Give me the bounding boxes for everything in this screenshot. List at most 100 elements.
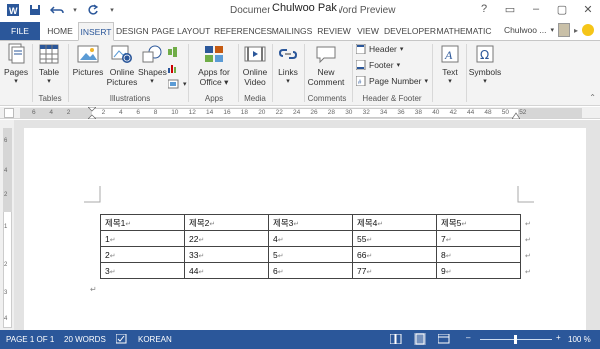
cell-end-mark: ↵ bbox=[277, 268, 284, 276]
status-bar: PAGE 1 OF 1 20 WORDS KOREAN – + 100 % bbox=[0, 330, 600, 349]
cell-text: 제목3 bbox=[273, 217, 294, 228]
pictures-icon bbox=[77, 43, 99, 65]
links-button[interactable]: Links ▾ bbox=[274, 43, 302, 87]
horizontal-ruler[interactable]: 6 4 2 2 4 6 8 10 12 14 16 18 20 22 24 26 28 30 32 34 36 38 40 4… bbox=[0, 106, 600, 120]
ruler-number: 10 bbox=[171, 109, 179, 116]
table-cell[interactable]: 제목3↵ bbox=[268, 214, 353, 231]
language-indicator[interactable]: KOREAN bbox=[138, 335, 172, 344]
read-mode-icon[interactable] bbox=[389, 333, 402, 346]
comment-label-1: New bbox=[317, 67, 335, 77]
header-button[interactable]: Header ▾ bbox=[356, 44, 403, 54]
chart-button[interactable] bbox=[168, 63, 178, 73]
tab-mailings[interactable]: MAILINGS bbox=[270, 22, 314, 40]
tab-developer[interactable]: DEVELOPER bbox=[384, 22, 436, 40]
undo-dropdown-icon[interactable]: ▾ bbox=[72, 3, 78, 17]
proofing-icon[interactable] bbox=[115, 333, 128, 346]
screenshot-button[interactable]: ▾ bbox=[168, 79, 187, 89]
new-comment-button[interactable]: New Comment bbox=[306, 43, 346, 87]
tab-selector-icon[interactable] bbox=[4, 108, 14, 118]
minimize-button[interactable]: – bbox=[528, 2, 544, 16]
table-cell[interactable]: 6↵ bbox=[268, 262, 353, 279]
page-count[interactable]: PAGE 1 OF 1 bbox=[6, 335, 54, 344]
document-table[interactable]: 제목1↵ 제목2↵ 제목3↵ 제목4↵ 제목5↵ ↵ 1↵ 22↵ 4↵ 55↵ 7↵ ↵ 2↵ 33↵ 5… bbox=[100, 214, 536, 279]
close-button[interactable]: ✕ bbox=[580, 2, 596, 16]
paragraph-mark: ↵ bbox=[90, 285, 97, 294]
tab-insert[interactable]: INSERT bbox=[78, 22, 114, 41]
table-cell[interactable]: 제목2↵ bbox=[184, 214, 269, 231]
title-bar: W ▾ ▾ Document1 - Microsoft Word Preview… bbox=[0, 0, 600, 22]
user-account[interactable]: Chulwoo ... ▾ ▸ bbox=[504, 23, 594, 37]
tab-mathematic[interactable]: MATHEMATIC bbox=[436, 22, 492, 40]
tab-references[interactable]: REFERENCES bbox=[214, 22, 272, 40]
table-cell[interactable]: 66↵ bbox=[352, 246, 437, 263]
apps-label-1: Apps for bbox=[198, 67, 230, 77]
divider bbox=[272, 44, 273, 102]
page-number-button[interactable]: # Page Number ▾ bbox=[356, 76, 428, 86]
tab-home[interactable]: HOME bbox=[44, 22, 76, 40]
chevron-down-icon: ▾ bbox=[396, 62, 401, 69]
text-button[interactable]: A Text ▾ bbox=[436, 43, 464, 87]
table-cell[interactable]: 33↵ bbox=[184, 246, 269, 263]
smartart-button[interactable] bbox=[168, 47, 178, 57]
online-video-button[interactable]: Online Video bbox=[240, 43, 270, 87]
document-area[interactable]: 제목1↵ 제목2↵ 제목3↵ 제목4↵ 제목5↵ ↵ 1↵ 22↵ 4↵ 55↵ 7↵ ↵ 2↵ 33↵ 5… bbox=[14, 120, 600, 338]
chevron-right-icon[interactable]: ▸ bbox=[574, 26, 578, 35]
divider bbox=[352, 44, 353, 102]
tab-page-layout[interactable]: PAGE LAYOUT bbox=[150, 22, 212, 40]
right-indent-marker-icon[interactable] bbox=[511, 111, 521, 120]
divider bbox=[32, 44, 33, 102]
zoom-out-button[interactable]: – bbox=[466, 333, 470, 342]
table-cell[interactable]: 9↵ bbox=[436, 262, 521, 279]
web-layout-icon[interactable] bbox=[437, 333, 450, 346]
apps-for-office-button[interactable]: Apps for Office ▾ bbox=[194, 43, 234, 87]
zoom-thumb[interactable] bbox=[514, 335, 517, 344]
avatar bbox=[557, 23, 570, 37]
tab-design[interactable]: DESIGN bbox=[116, 22, 149, 40]
redo-icon[interactable] bbox=[86, 3, 100, 17]
table-label: Table bbox=[38, 67, 60, 77]
ribbon-display-options-icon[interactable]: ▭ bbox=[502, 2, 518, 16]
chevron-down-icon: ▾ bbox=[448, 78, 452, 85]
vertical-ruler[interactable]: 6 4 2 1 2 3 4 bbox=[0, 120, 14, 330]
table-cell[interactable]: 5↵ bbox=[268, 246, 353, 263]
customize-qat-icon[interactable]: ▾ bbox=[108, 3, 116, 17]
tab-file[interactable]: FILE bbox=[0, 22, 40, 40]
zoom-level[interactable]: 100 % bbox=[568, 335, 591, 344]
table-cell[interactable]: 8↵ bbox=[436, 246, 521, 263]
table-cell[interactable]: 3↵ bbox=[100, 262, 185, 279]
table-cell[interactable]: 제목1↵ bbox=[100, 214, 185, 231]
table-cell[interactable]: 55↵ bbox=[352, 230, 437, 247]
zoom-in-button[interactable]: + bbox=[556, 333, 561, 342]
table-cell[interactable]: 제목4↵ bbox=[352, 214, 437, 231]
symbols-button[interactable]: Ω Symbols ▾ bbox=[468, 43, 502, 87]
maximize-button[interactable]: ▢ bbox=[554, 2, 570, 16]
table-cell[interactable]: 7↵ bbox=[436, 230, 521, 247]
undo-icon[interactable] bbox=[50, 3, 64, 17]
group-label-media: Media bbox=[244, 94, 266, 103]
word-count[interactable]: 20 WORDS bbox=[64, 335, 106, 344]
table-cell[interactable]: 2↵ bbox=[100, 246, 185, 263]
shapes-button[interactable]: Shapes ▾ bbox=[138, 43, 167, 87]
table-cell[interactable]: 22↵ bbox=[184, 230, 269, 247]
cell-end-mark: ↵ bbox=[366, 268, 373, 276]
footer-button[interactable]: Footer ▾ bbox=[356, 60, 400, 70]
collapse-ribbon-icon[interactable]: ⌃ bbox=[589, 93, 596, 102]
table-cell[interactable]: 1↵ bbox=[100, 230, 185, 247]
table-cell[interactable]: 77↵ bbox=[352, 262, 437, 279]
table-cell[interactable]: 제목5↵ bbox=[436, 214, 521, 231]
quick-access-toolbar: W ▾ ▾ bbox=[6, 3, 116, 17]
pictures-button[interactable]: Pictures bbox=[72, 43, 104, 77]
tab-view[interactable]: VIEW bbox=[354, 22, 382, 40]
save-icon[interactable] bbox=[28, 3, 42, 17]
table-cell[interactable]: 44↵ bbox=[184, 262, 269, 279]
tab-review[interactable]: REVIEW bbox=[316, 22, 352, 40]
online-pictures-button[interactable]: Online Pictures bbox=[106, 43, 138, 87]
table-button[interactable]: Table ▾ bbox=[36, 43, 62, 87]
indent-marker-icon[interactable] bbox=[87, 106, 97, 120]
print-layout-icon[interactable] bbox=[414, 333, 426, 347]
page[interactable]: 제목1↵ 제목2↵ 제목3↵ 제목4↵ 제목5↵ ↵ 1↵ 22↵ 4↵ 55↵ 7↵ ↵ 2↵ 33↵ 5… bbox=[24, 128, 586, 338]
table-cell[interactable]: 4↵ bbox=[268, 230, 353, 247]
help-icon[interactable]: ? bbox=[476, 2, 492, 16]
feedback-smiley-icon[interactable] bbox=[582, 24, 594, 36]
pages-button[interactable]: Pages ▾ bbox=[4, 43, 28, 87]
